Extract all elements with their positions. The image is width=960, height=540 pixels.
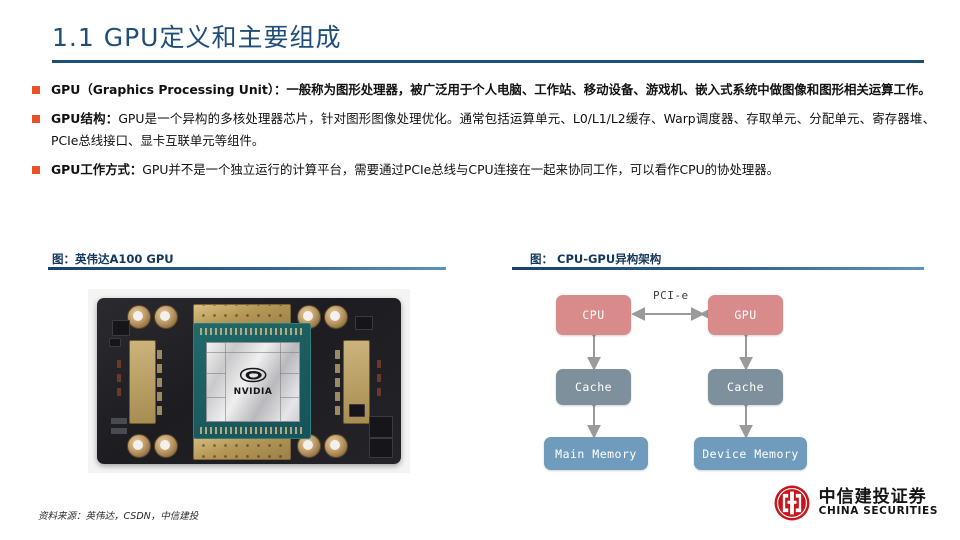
smd-passive: [157, 350, 162, 359]
smd-passive: [335, 378, 340, 387]
smd-passive: [111, 418, 127, 424]
smd-passive: [157, 364, 162, 373]
bullet-body: 一般称为图形处理器，被广泛用于个人电脑、工作站、移动设备、游戏机、嵌入式系统中做…: [286, 82, 931, 97]
figure-caption-right: 图： CPU-GPU异构架构: [530, 252, 662, 266]
node-device-memory[interactable]: Device Memory: [694, 437, 807, 470]
substrate-pads-top: [200, 328, 304, 335]
smd-passive: [377, 360, 381, 368]
smd-chip: [369, 438, 393, 458]
bullet-marker-icon: [32, 166, 40, 174]
smd-chip: [355, 316, 373, 330]
pcb-substrate: NVIDIA: [97, 298, 401, 464]
smd-passive: [117, 388, 121, 396]
smd-passive: [335, 392, 340, 401]
bullet-item-gpu-working-mode: GPU工作方式：GPU并不是一个独立运行的计算平台，需要通过PCIe总线与CPU…: [30, 159, 935, 181]
figure-caption-rule-right: [512, 267, 924, 270]
smd-passive: [335, 364, 340, 373]
gpu-board-photo: NVIDIA: [88, 289, 410, 473]
bullet-marker-icon: [32, 86, 40, 94]
bullet-list: GPU（Graphics Processing Unit）：一般称为图形处理器，…: [30, 79, 935, 188]
nvidia-logo: NVIDIA: [234, 367, 273, 397]
smd-chip: [109, 338, 121, 347]
company-name-en: CHINA SECURITIES: [818, 505, 938, 518]
smd-passive: [157, 378, 162, 387]
bullet-lead: GPU（Graphics Processing Unit）：: [51, 82, 287, 97]
title-divider: [52, 60, 924, 63]
smd-passive: [157, 406, 162, 415]
mounting-screw-icon: [324, 305, 348, 329]
nvidia-wordmark: NVIDIA: [233, 387, 273, 397]
figure-caption-left: 图：英伟达A100 GPU: [52, 252, 174, 266]
smd-chip: [369, 416, 393, 438]
substrate-pads-bottom: [200, 427, 304, 434]
gpu-die: NVIDIA: [206, 342, 300, 422]
smd-passive: [335, 406, 340, 415]
smd-passive: [377, 388, 381, 396]
node-gpu-cache[interactable]: Cache: [708, 369, 783, 405]
node-cpu-cache[interactable]: Cache: [556, 369, 631, 405]
mounting-screw-icon: [154, 305, 178, 329]
bullet-lead: GPU工作方式：: [51, 162, 143, 177]
source-note: 资料来源：英伟达，CSDN，中信建投: [38, 511, 199, 522]
pcie-label: PCI-e: [653, 289, 689, 302]
node-cpu[interactable]: CPU: [556, 295, 631, 335]
smd-passive: [117, 360, 121, 368]
power-module-left: [129, 340, 156, 424]
bullet-lead: GPU结构：: [51, 111, 119, 126]
node-gpu[interactable]: GPU: [708, 295, 783, 335]
bullet-item-gpu-definition: GPU（Graphics Processing Unit）：一般称为图形处理器，…: [30, 79, 935, 101]
smd-passive: [335, 350, 340, 359]
bullet-marker-icon: [32, 115, 40, 123]
cpu-gpu-architecture-diagram: PCI-e CPU GPU Cache Cache Main Memory De…: [516, 283, 924, 477]
mounting-screw-icon: [154, 434, 178, 458]
mounting-screw-icon: [127, 305, 151, 329]
citic-mark-icon: [774, 485, 810, 521]
company-name-cn: 中信建投证券: [818, 486, 927, 507]
gpu-package-substrate: NVIDIA: [193, 323, 311, 439]
bullet-body: GPU是一个异构的多核处理器芯片，针对图形图像处理优化。通常包括运算单元、L0/…: [51, 111, 935, 148]
smd-passive: [117, 374, 121, 382]
page-title: 1.1 GPU定义和主要组成: [52, 23, 342, 52]
smd-passive: [377, 374, 381, 382]
smd-passive: [111, 428, 127, 434]
bullet-body: GPU并不是一个独立运行的计算平台，需要通过PCIe总线与CPU连接在一起来协同…: [142, 162, 780, 177]
smd-chip: [112, 320, 130, 336]
bullet-item-gpu-structure: GPU结构：GPU是一个异构的多核处理器芯片，针对图形图像处理优化。通常包括运算…: [30, 108, 935, 152]
smd-chip: [349, 404, 365, 417]
node-main-memory[interactable]: Main Memory: [544, 437, 648, 470]
company-name: 中信建投证券 CHINA SECURITIES: [818, 486, 938, 518]
company-logo: 中信建投证券 CHINA SECURITIES: [773, 484, 938, 522]
nvidia-eye-icon: [240, 367, 267, 383]
mounting-screw-icon: [324, 434, 348, 458]
mounting-screw-icon: [127, 434, 151, 458]
smd-passive: [157, 392, 162, 401]
figure-caption-rule-left: [48, 267, 446, 270]
